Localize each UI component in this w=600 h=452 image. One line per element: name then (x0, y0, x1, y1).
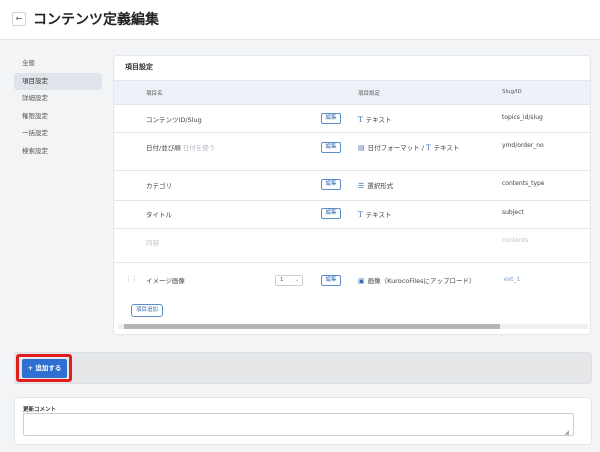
list-icon: ☰ (358, 182, 365, 190)
field-slug: topics_id/slug (502, 114, 543, 121)
field-slug: ext_1 (504, 276, 521, 283)
field-type: ☰ 選択形式 (358, 182, 394, 190)
table-row: 日付/並び順 日付を使う 編集 ▤ 日付フォーマット / T テキスト ymd/ord… (114, 132, 590, 170)
table-row: タイトル 編集 T テキスト subject (114, 200, 590, 228)
table-header: 項目名 項目設定 Slug/ID (114, 80, 590, 104)
text-type-icon: T (358, 211, 363, 219)
sidebar-item-fields[interactable]: 項目設定 (14, 72, 102, 90)
field-name-hint: 日付を使う (182, 144, 216, 152)
sidebar: 全般 項目設定 詳細設定 権限設定 一括設定 検索設定 (14, 55, 102, 160)
drag-handle-icon[interactable]: ⋮⋮ (125, 275, 138, 283)
card-title: 項目設定 (125, 63, 153, 71)
column-header-name: 項目名 (146, 91, 163, 97)
edit-button[interactable]: 編集 (321, 179, 341, 190)
add-item-button[interactable]: 項目追加 (131, 304, 163, 317)
resize-grip-icon[interactable]: ◢ (564, 429, 569, 436)
comment-label: 更新コメント (23, 407, 57, 413)
text-type-icon: T (358, 116, 363, 124)
table-row: ⋮⋮ イメージ画像 1 ⌄ 編集 ▣ 画像（KurocoFilesにアップロード） … (114, 262, 590, 296)
field-name: イメージ画像 (146, 277, 185, 285)
field-name: タイトル (146, 211, 172, 219)
field-slug: contents_type (502, 180, 545, 187)
field-type: T テキスト (358, 116, 392, 124)
table-row: カテゴリ 編集 ☰ 選択形式 contents_type (114, 170, 590, 200)
add-button-bar (14, 352, 592, 384)
field-type: ▣ 画像（KurocoFilesにアップロード） (358, 277, 476, 285)
field-name: カテゴリ (146, 182, 172, 190)
field-name: 内容 (146, 239, 159, 247)
field-name: 日付/並び順 日付を使う (146, 144, 216, 152)
field-slug: contents (502, 237, 529, 244)
sidebar-item-bulk[interactable]: 一括設定 (14, 125, 102, 142)
sidebar-item-search[interactable]: 検索設定 (14, 143, 102, 160)
image-icon: ▣ (358, 277, 365, 285)
sidebar-item-permissions[interactable]: 権限設定 (14, 108, 102, 125)
edit-button[interactable]: 編集 (321, 275, 341, 286)
text-type-icon: T (425, 144, 431, 152)
scrollbar-thumb[interactable] (124, 324, 500, 329)
field-slug: ymd/order_no (502, 142, 544, 149)
table-row: 内容 contents (114, 228, 590, 262)
field-name: コンテンツID/Slug (146, 116, 202, 124)
chevron-down-icon: ⌄ (294, 277, 299, 283)
page-title: コンテンツ定義編集 (33, 12, 159, 28)
comment-textarea[interactable] (23, 413, 574, 436)
field-type: T テキスト (358, 211, 392, 219)
edit-button[interactable]: 編集 (321, 113, 341, 124)
field-slug: subject (502, 209, 524, 216)
calendar-icon: ▤ (358, 144, 365, 152)
sidebar-item-details[interactable]: 詳細設定 (14, 90, 102, 107)
table-row: コンテンツID/Slug 編集 T テキスト topics_id/slug (114, 104, 590, 132)
edit-button[interactable]: 編集 (321, 142, 341, 153)
order-select[interactable]: 1 ⌄ (275, 275, 303, 286)
field-settings-card: 項目設定 項目名 項目設定 Slug/ID コンテンツID/Slug 編集 Tテ… (113, 55, 591, 335)
horizontal-scrollbar[interactable] (118, 324, 588, 329)
edit-button[interactable]: 編集 (321, 208, 341, 219)
add-button[interactable]: + 追加する (22, 359, 67, 378)
column-header-slug: Slug/ID (502, 89, 522, 95)
comment-card: 更新コメント ◢ (14, 397, 592, 445)
top-bar: ← コンテンツ定義編集 (0, 0, 600, 40)
field-type: ▤ 日付フォーマット / T テキスト (358, 144, 460, 152)
back-arrow-icon[interactable]: ← (12, 12, 26, 26)
column-header-setting: 項目設定 (358, 91, 381, 97)
sidebar-item-general[interactable]: 全般 (14, 55, 102, 72)
